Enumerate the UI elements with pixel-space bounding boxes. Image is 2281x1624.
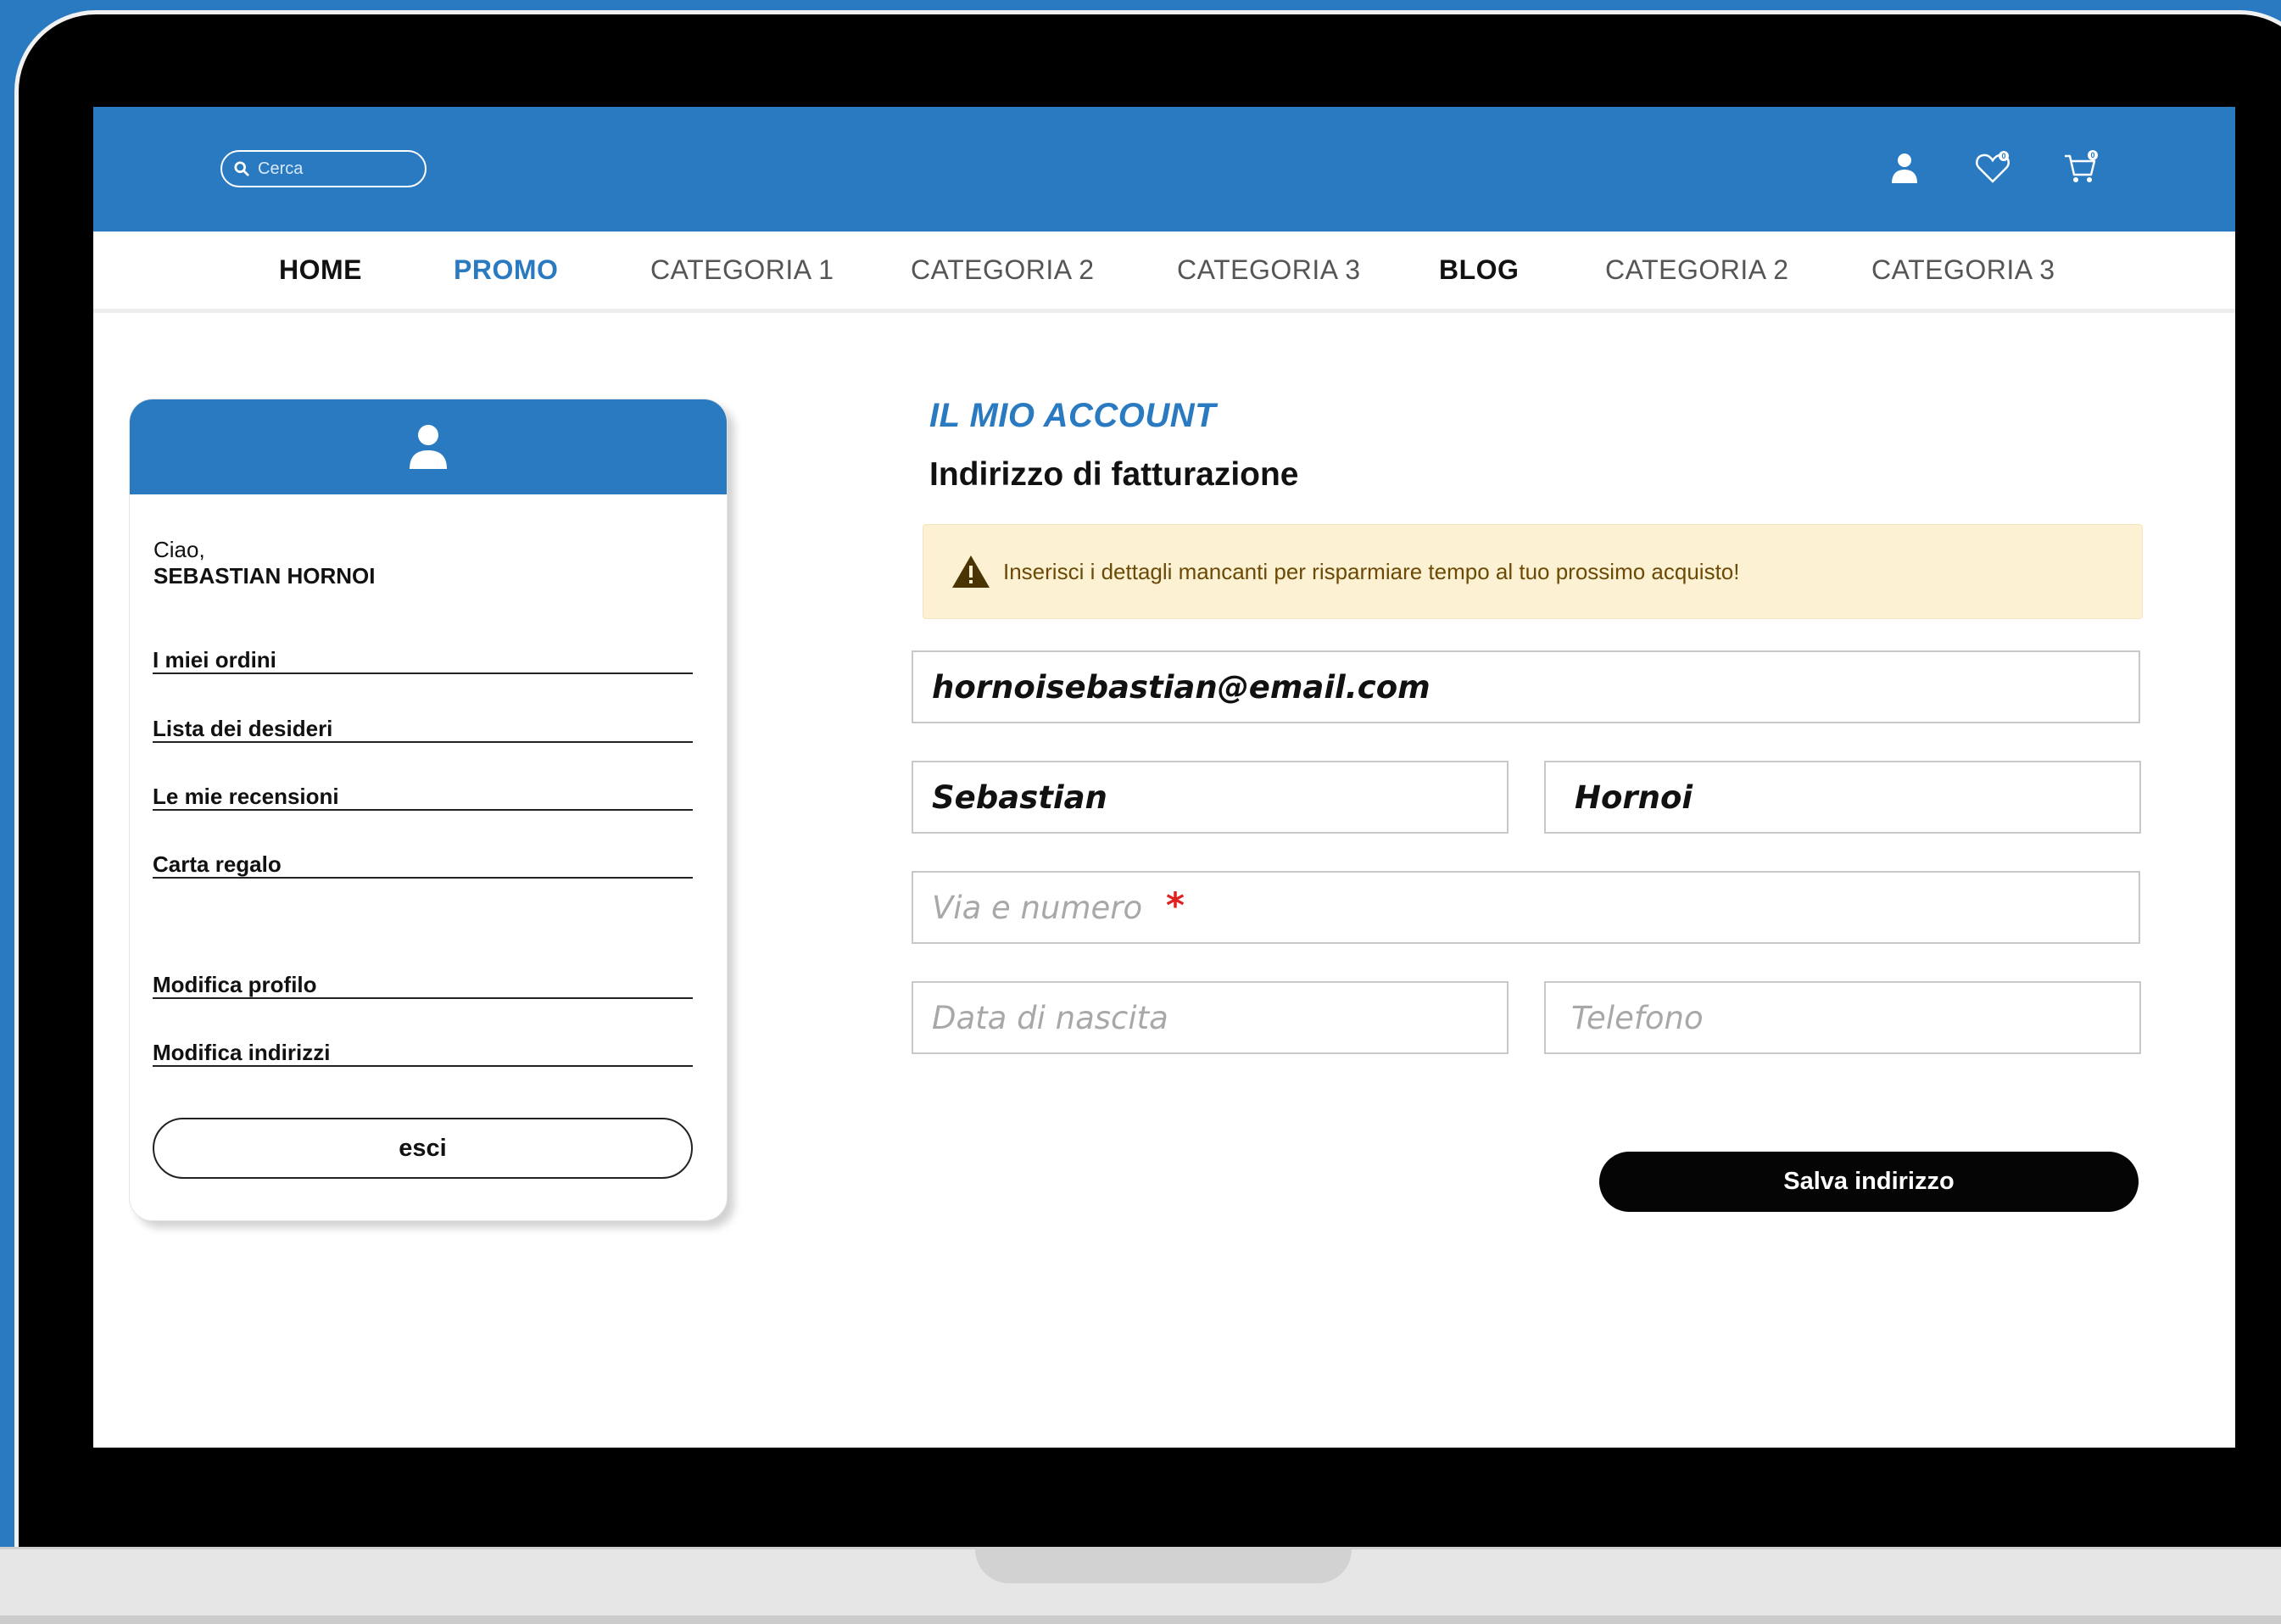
- link-my-reviews[interactable]: Le mie recensioni: [153, 784, 693, 811]
- phone-field[interactable]: [1544, 981, 2141, 1054]
- nav-categoria-2-b[interactable]: CATEGORIA 2: [1605, 232, 1789, 308]
- alert-text: Inserisci i dettagli mancanti per rispar…: [1003, 558, 1740, 584]
- email-input[interactable]: [913, 652, 2139, 722]
- screen: 0 0 HOME PROMO CATEGORIA 1 CATEGORIA 2 C…: [93, 107, 2235, 1448]
- laptop-notch: [975, 1549, 1352, 1583]
- link-edit-profile[interactable]: Modifica profilo: [153, 972, 693, 999]
- last-name-input[interactable]: [1546, 762, 2139, 832]
- wishlist-count: 0: [2001, 152, 2005, 160]
- nav-categoria-1[interactable]: CATEGORIA 1: [650, 232, 834, 308]
- main-nav: HOME PROMO CATEGORIA 1 CATEGORIA 2 CATEG…: [93, 232, 2235, 313]
- nav-categoria-3-b[interactable]: CATEGORIA 3: [1871, 232, 2055, 308]
- logout-button[interactable]: esci: [153, 1118, 693, 1179]
- first-name-field[interactable]: [912, 761, 1509, 834]
- greeting-text: Ciao,: [153, 537, 205, 562]
- birthdate-input[interactable]: [913, 983, 1507, 1052]
- last-name-field[interactable]: [1544, 761, 2141, 834]
- missing-details-alert: Inserisci i dettagli mancanti per rispar…: [923, 524, 2143, 619]
- nav-categoria-3[interactable]: CATEGORIA 3: [1177, 232, 1361, 308]
- cart-icon[interactable]: 0: [2062, 149, 2100, 187]
- nav-home[interactable]: HOME: [279, 232, 362, 308]
- required-marker: *: [1166, 885, 1185, 926]
- search-box[interactable]: [220, 150, 427, 187]
- nav-categoria-2[interactable]: CATEGORIA 2: [911, 232, 1095, 308]
- birthdate-field[interactable]: [912, 981, 1509, 1054]
- nav-promo[interactable]: PROMO: [454, 232, 558, 308]
- first-name-input[interactable]: [913, 762, 1507, 832]
- laptop-base-edge: [0, 1616, 2281, 1624]
- save-address-button[interactable]: Salva indirizzo: [1599, 1152, 2139, 1212]
- link-my-orders[interactable]: I miei ordini: [153, 647, 693, 674]
- user-icon[interactable]: [1886, 149, 1923, 187]
- greeting: Ciao, SEBASTIAN HORNOI: [153, 537, 375, 589]
- email-field[interactable]: [912, 650, 2140, 723]
- link-gift-card[interactable]: Carta regalo: [153, 851, 693, 879]
- cart-count: 0: [2090, 151, 2094, 159]
- search-icon: [234, 161, 249, 176]
- user-icon: [410, 425, 447, 469]
- link-edit-addresses[interactable]: Modifica indirizzi: [153, 1040, 693, 1067]
- warning-icon: [952, 555, 990, 588]
- heart-icon[interactable]: 0: [1974, 149, 2011, 187]
- street-field[interactable]: *: [912, 871, 2140, 944]
- account-card-header: [130, 399, 727, 494]
- laptop-base: [0, 1547, 2281, 1624]
- phone-input[interactable]: [1546, 983, 2139, 1052]
- header-icons: 0 0: [1886, 149, 2100, 187]
- nav-blog[interactable]: BLOG: [1439, 232, 1519, 308]
- top-header: 0 0: [93, 107, 2235, 232]
- page-title: Indirizzo di fatturazione: [929, 456, 1299, 493]
- street-input[interactable]: [913, 873, 2139, 942]
- section-kicker: IL MIO ACCOUNT: [929, 397, 1217, 434]
- link-wishlist[interactable]: Lista dei desideri: [153, 716, 693, 743]
- search-input[interactable]: [256, 158, 404, 180]
- user-name: SEBASTIAN HORNOI: [153, 563, 376, 589]
- account-card: Ciao, SEBASTIAN HORNOI I miei ordini Lis…: [129, 399, 728, 1221]
